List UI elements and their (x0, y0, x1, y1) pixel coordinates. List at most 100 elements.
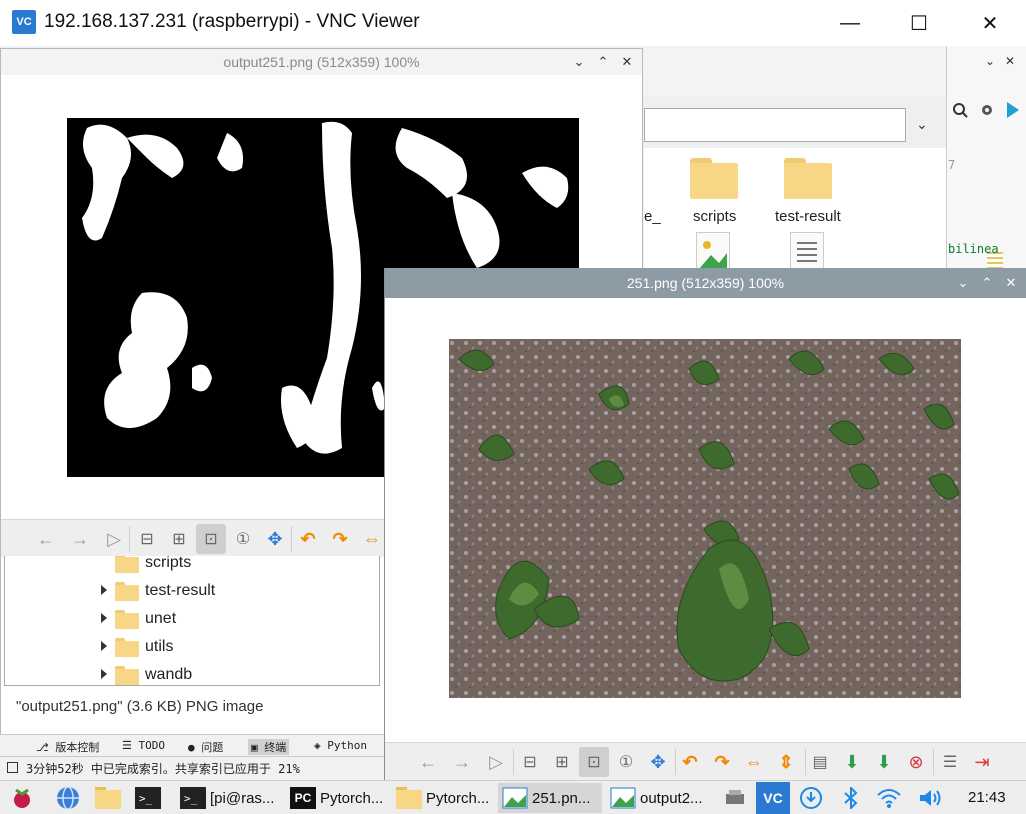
taskbar-image-output-window[interactable]: output2... (606, 783, 710, 813)
save-icon[interactable]: ⬇ (837, 747, 867, 777)
folder-label-scripts[interactable]: scripts (693, 208, 736, 225)
play-icon[interactable]: ▷ (481, 747, 511, 777)
image-file-icon[interactable] (696, 232, 730, 272)
taskbar-terminal-window[interactable]: >_ [pi@ras... (176, 783, 282, 813)
back-arrow-icon[interactable]: ← (413, 747, 443, 777)
folder-icon[interactable] (784, 158, 832, 200)
close-icon[interactable]: ✕ (1005, 275, 1017, 291)
printer-icon[interactable] (722, 785, 748, 811)
zoom-fit-icon[interactable]: ⊡ (196, 524, 226, 554)
expand-arrow-icon[interactable] (101, 613, 107, 623)
viewer-controls: ⌄ ⌃ ✕ (957, 268, 1017, 298)
tab-todo[interactable]: ☰ TODO (122, 739, 165, 752)
folder-icon (95, 787, 121, 809)
delete-icon[interactable]: ⊗ (901, 747, 931, 777)
tree-item[interactable]: test-result (5, 578, 379, 606)
taskbar-folder-window[interactable]: Pytorch... (392, 783, 496, 813)
quit-icon[interactable]: ⇥ (967, 747, 997, 777)
zoom-in-icon[interactable]: ⊞ (164, 524, 194, 554)
minimize-icon[interactable]: ⌄ (573, 54, 585, 70)
toolbar-divider (933, 749, 934, 775)
vnc-tray-icon[interactable]: VC (756, 782, 790, 814)
zoom-original-icon[interactable]: ① (228, 524, 258, 554)
browser-globe-icon[interactable] (54, 784, 82, 812)
remote-desktop[interactable]: ⌄ e_ scripts test-result ⌄ ✕ 7 bilinea o… (0, 46, 1026, 780)
open-file-icon[interactable]: ▤ (805, 747, 835, 777)
zoom-in-icon[interactable]: ⊞ (547, 747, 577, 777)
bluetooth-icon[interactable] (838, 785, 864, 811)
viewer-title: output251.png (512x359) 100% (1, 49, 642, 75)
speaker-icon (920, 790, 941, 806)
rotate-left-icon[interactable]: ↶ (293, 524, 323, 554)
play-icon[interactable]: ▷ (99, 524, 129, 554)
text-file-icon[interactable] (790, 232, 824, 272)
tree-item[interactable]: scripts (5, 556, 379, 578)
flip-horizontal-icon[interactable]: ⇔ (739, 747, 769, 777)
wifi-icon[interactable] (876, 785, 902, 811)
chevron-down-icon[interactable]: ⌄ (916, 116, 928, 133)
ide-status-bar: 3分钟52秒 中已完成索引。共享索引已应用于 21% (0, 756, 384, 778)
toolbar-divider (129, 526, 130, 552)
maximize-button[interactable]: ☐ (899, 6, 939, 40)
folder-label-test-result[interactable]: test-result (775, 208, 841, 225)
save-as-icon[interactable]: ⬇ (869, 747, 899, 777)
maximize-icon[interactable]: ⌃ (981, 275, 993, 291)
rotate-left-icon[interactable]: ↶ (675, 747, 705, 777)
volume-icon[interactable] (918, 785, 944, 811)
close-button[interactable]: ✕ (970, 6, 1010, 40)
close-icon[interactable]: ✕ (1005, 54, 1015, 68)
expand-arrow-icon[interactable] (101, 669, 107, 679)
viewer-title: 251.png (512x359) 100% (385, 268, 1026, 298)
clock[interactable]: 21:43 (968, 789, 1006, 806)
tab-terminal[interactable]: ▣ 终端 (248, 739, 290, 755)
tree-item[interactable]: unet (5, 606, 379, 634)
chevron-down-icon[interactable]: ⌄ (985, 54, 995, 68)
zoom-original-icon[interactable]: ① (611, 747, 641, 777)
forward-arrow-icon[interactable]: → (447, 747, 477, 777)
taskbar-pycharm-window[interactable]: PC Pytorch... (286, 783, 390, 813)
forward-arrow-icon[interactable]: → (65, 524, 95, 554)
tab-label: TODO (138, 739, 165, 752)
folder-icon (115, 556, 139, 573)
taskbar-label: 251.pn... (532, 789, 591, 807)
folder-icon[interactable] (690, 158, 738, 200)
file-manager-icon[interactable] (94, 784, 122, 812)
download-icon[interactable] (798, 785, 824, 811)
minimize-icon[interactable]: ⌄ (957, 275, 969, 291)
tab-version-control[interactable]: ⎇ 版本控制 (36, 739, 99, 755)
fullscreen-icon[interactable]: ✥ (260, 524, 290, 554)
ide-toolbar-icons[interactable] (951, 100, 1025, 120)
fullscreen-icon[interactable]: ✥ (643, 747, 673, 777)
tree-item[interactable]: wandb (5, 662, 379, 685)
maximize-icon[interactable]: ⌃ (597, 54, 609, 70)
back-arrow-icon[interactable]: ← (31, 524, 61, 554)
document-lines-icon (797, 242, 817, 262)
zoom-fit-icon[interactable]: ⊡ (579, 747, 609, 777)
globe-icon (57, 786, 79, 810)
tab-label: 终端 (264, 741, 287, 754)
flip-horizontal-icon[interactable]: ⇔ (357, 524, 387, 554)
zoom-out-icon[interactable]: ⊟ (132, 524, 162, 554)
rotate-right-icon[interactable]: ↷ (707, 747, 737, 777)
raspberry-menu-icon[interactable] (8, 784, 36, 812)
tree-item[interactable]: utils (5, 634, 379, 662)
status-toggle-icon[interactable] (7, 762, 18, 773)
terminal-icon: >_ (135, 787, 161, 809)
terminal-launcher-icon[interactable]: >_ (134, 784, 162, 812)
window-title: 192.168.137.231 (raspberrypi) - VNC View… (44, 11, 420, 32)
minimize-button[interactable]: — (830, 6, 870, 40)
tab-problems[interactable]: ● 问题 (188, 739, 223, 755)
close-icon[interactable]: ✕ (621, 54, 633, 70)
path-input[interactable] (644, 108, 906, 142)
zoom-out-icon[interactable]: ⊟ (515, 747, 545, 777)
preferences-icon[interactable]: ☰ (935, 747, 965, 777)
rotate-right-icon[interactable]: ↷ (325, 524, 355, 554)
flip-vertical-icon[interactable]: ⇕ (771, 747, 801, 777)
tab-python-console[interactable]: ◈ Python (314, 739, 367, 752)
taskbar-image-251-window[interactable]: 251.pn... (498, 783, 602, 813)
taskbar-label: Pytorch... (426, 789, 490, 807)
expand-arrow-icon[interactable] (101, 585, 107, 595)
expand-arrow-icon[interactable] (101, 641, 107, 651)
svg-text:>_: >_ (139, 792, 153, 805)
code-snippet: bilinea (948, 242, 999, 256)
